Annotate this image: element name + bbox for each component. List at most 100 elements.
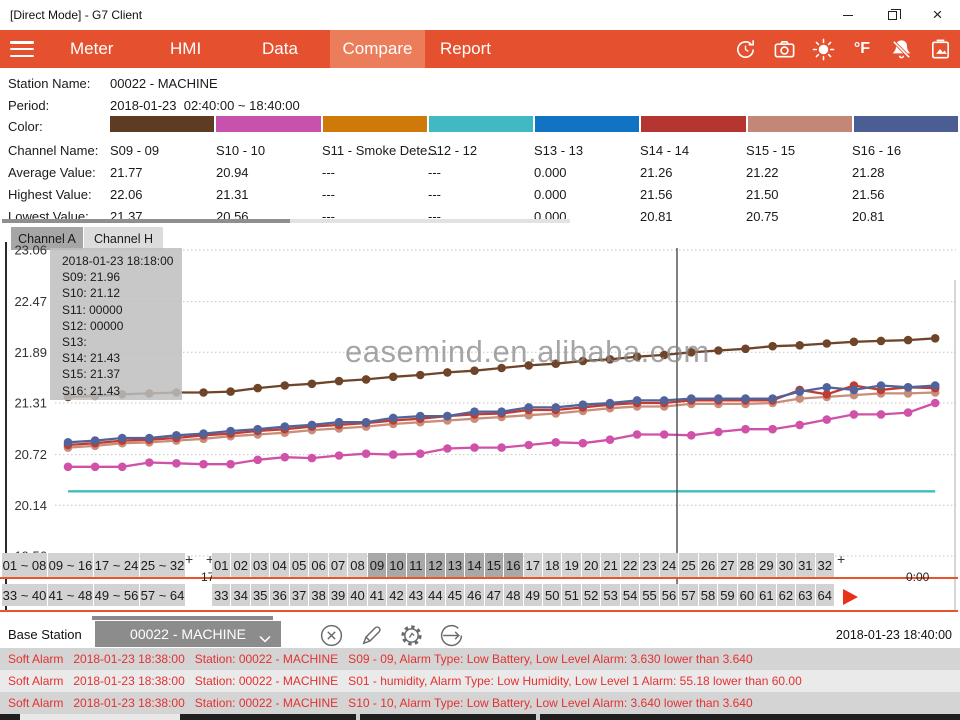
- settings-icon[interactable]: [398, 622, 424, 648]
- channel-group-25~32[interactable]: 25 ~ 32: [140, 553, 185, 577]
- sync-icon[interactable]: [733, 37, 757, 61]
- channel-group-01~08[interactable]: 01 ~ 08: [2, 553, 47, 577]
- menu-item-report[interactable]: Report: [440, 30, 491, 68]
- channel-button-59[interactable]: 59: [718, 584, 736, 606]
- channel-button-64[interactable]: 64: [816, 584, 834, 606]
- channel-button-17[interactable]: 17: [524, 553, 542, 577]
- menu-item-data[interactable]: Data: [262, 30, 298, 68]
- channel-button-03[interactable]: 03: [251, 553, 269, 577]
- channel-button-44[interactable]: 44: [426, 584, 444, 606]
- menu-item-meter[interactable]: Meter: [70, 30, 113, 68]
- channel-button-20[interactable]: 20: [582, 553, 600, 577]
- menu-item-hmi[interactable]: HMI: [170, 30, 201, 68]
- channel-button-50[interactable]: 50: [543, 584, 561, 606]
- next-page-arrow-icon[interactable]: [843, 589, 858, 605]
- channel-button-56[interactable]: 56: [660, 584, 678, 606]
- channel-button-28[interactable]: 28: [738, 553, 756, 577]
- channel-button-29[interactable]: 29: [757, 553, 775, 577]
- channel-button-62[interactable]: 62: [777, 584, 795, 606]
- channel-button-55[interactable]: 55: [640, 584, 658, 606]
- channel-button-49[interactable]: 49: [524, 584, 542, 606]
- channel-button-57[interactable]: 57: [679, 584, 697, 606]
- channel-button-53[interactable]: 53: [601, 584, 619, 606]
- channel-button-42[interactable]: 42: [387, 584, 405, 606]
- channel-button-47[interactable]: 47: [485, 584, 503, 606]
- channel-button-19[interactable]: 19: [562, 553, 580, 577]
- channel-button-30[interactable]: 30: [777, 553, 795, 577]
- channel-button-18[interactable]: 18: [543, 553, 561, 577]
- hamburger-menu-icon[interactable]: [10, 41, 34, 57]
- channel-button-26[interactable]: 26: [699, 553, 717, 577]
- channel-button-54[interactable]: 54: [621, 584, 639, 606]
- channel-button-04[interactable]: 04: [270, 553, 288, 577]
- number-plus-right-button[interactable]: +: [837, 551, 845, 567]
- table-hscrollbar-thumb[interactable]: [2, 219, 290, 223]
- channel-button-14[interactable]: 14: [465, 553, 483, 577]
- channel-button-60[interactable]: 60: [738, 584, 756, 606]
- fahrenheit-icon[interactable]: °F: [850, 37, 874, 61]
- channel-button-40[interactable]: 40: [348, 584, 366, 606]
- channel-button-38[interactable]: 38: [309, 584, 327, 606]
- channel-button-01[interactable]: 01: [212, 553, 230, 577]
- channel-button-41[interactable]: 41: [368, 584, 386, 606]
- channel-button-07[interactable]: 07: [329, 553, 347, 577]
- channel-group-33~40[interactable]: 33 ~ 40: [2, 584, 47, 606]
- channel-button-37[interactable]: 37: [290, 584, 308, 606]
- alarm-row[interactable]: Soft Alarm 2018-01-23 18:38:00 Station: …: [0, 692, 960, 714]
- alarm-row[interactable]: Soft Alarm 2018-01-23 18:38:00 Station: …: [0, 670, 960, 692]
- channel-group-57~64[interactable]: 57 ~ 64: [140, 584, 185, 606]
- channel-button-12[interactable]: 12: [426, 553, 444, 577]
- channel-button-09[interactable]: 09: [368, 553, 386, 577]
- minimize-button[interactable]: [825, 0, 870, 30]
- channel-group-49~56[interactable]: 49 ~ 56: [94, 584, 139, 606]
- cancel-icon[interactable]: [318, 622, 344, 648]
- channel-button-31[interactable]: 31: [796, 553, 814, 577]
- channel-button-11[interactable]: 11: [407, 553, 425, 577]
- alarm-row[interactable]: Soft Alarm 2018-01-23 18:38:00 Station: …: [0, 648, 960, 670]
- close-button[interactable]: ×: [915, 0, 960, 30]
- group-plus-button[interactable]: +: [185, 551, 193, 567]
- restore-button[interactable]: [870, 0, 915, 30]
- channel-button-05[interactable]: 05: [290, 553, 308, 577]
- menu-item-compare[interactable]: Compare: [330, 30, 425, 68]
- channel-button-43[interactable]: 43: [407, 584, 425, 606]
- channel-button-21[interactable]: 21: [601, 553, 619, 577]
- base-station-dropdown[interactable]: 00022 - MACHINE: [95, 621, 281, 647]
- channel-button-63[interactable]: 63: [796, 584, 814, 606]
- channel-button-15[interactable]: 15: [485, 553, 503, 577]
- channel-button-22[interactable]: 22: [621, 553, 639, 577]
- channel-button-13[interactable]: 13: [446, 553, 464, 577]
- channel-button-34[interactable]: 34: [231, 584, 249, 606]
- channel-button-58[interactable]: 58: [699, 584, 717, 606]
- channel-button-08[interactable]: 08: [348, 553, 366, 577]
- channel-button-24[interactable]: 24: [660, 553, 678, 577]
- channel-button-23[interactable]: 23: [640, 553, 658, 577]
- channel-button-33[interactable]: 33: [212, 584, 230, 606]
- channel-group-17~24[interactable]: 17 ~ 24: [94, 553, 139, 577]
- bottom-scrollbar[interactable]: [0, 714, 960, 720]
- channel-group-41~48[interactable]: 41 ~ 48: [48, 584, 93, 606]
- alarm-mute-icon[interactable]: [889, 37, 913, 61]
- channel-group-09~16[interactable]: 09 ~ 16: [48, 553, 93, 577]
- channel-button-46[interactable]: 46: [465, 584, 483, 606]
- channel-button-16[interactable]: 16: [504, 553, 522, 577]
- edit-icon[interactable]: [358, 622, 384, 648]
- channel-button-51[interactable]: 51: [562, 584, 580, 606]
- channel-button-35[interactable]: 35: [251, 584, 269, 606]
- brightness-icon[interactable]: [811, 37, 835, 61]
- channel-button-27[interactable]: 27: [718, 553, 736, 577]
- channel-button-45[interactable]: 45: [446, 584, 464, 606]
- channel-button-39[interactable]: 39: [329, 584, 347, 606]
- screenshot-icon[interactable]: [928, 37, 952, 61]
- camera-icon[interactable]: [772, 37, 796, 61]
- channel-button-06[interactable]: 06: [309, 553, 327, 577]
- channel-button-36[interactable]: 36: [270, 584, 288, 606]
- channel-button-32[interactable]: 32: [816, 553, 834, 577]
- forward-icon[interactable]: [438, 622, 464, 648]
- channel-button-25[interactable]: 25: [679, 553, 697, 577]
- channel-button-48[interactable]: 48: [504, 584, 522, 606]
- channel-button-10[interactable]: 10: [387, 553, 405, 577]
- channel-button-52[interactable]: 52: [582, 584, 600, 606]
- channel-button-02[interactable]: 02: [231, 553, 249, 577]
- table-hscrollbar[interactable]: [2, 219, 570, 223]
